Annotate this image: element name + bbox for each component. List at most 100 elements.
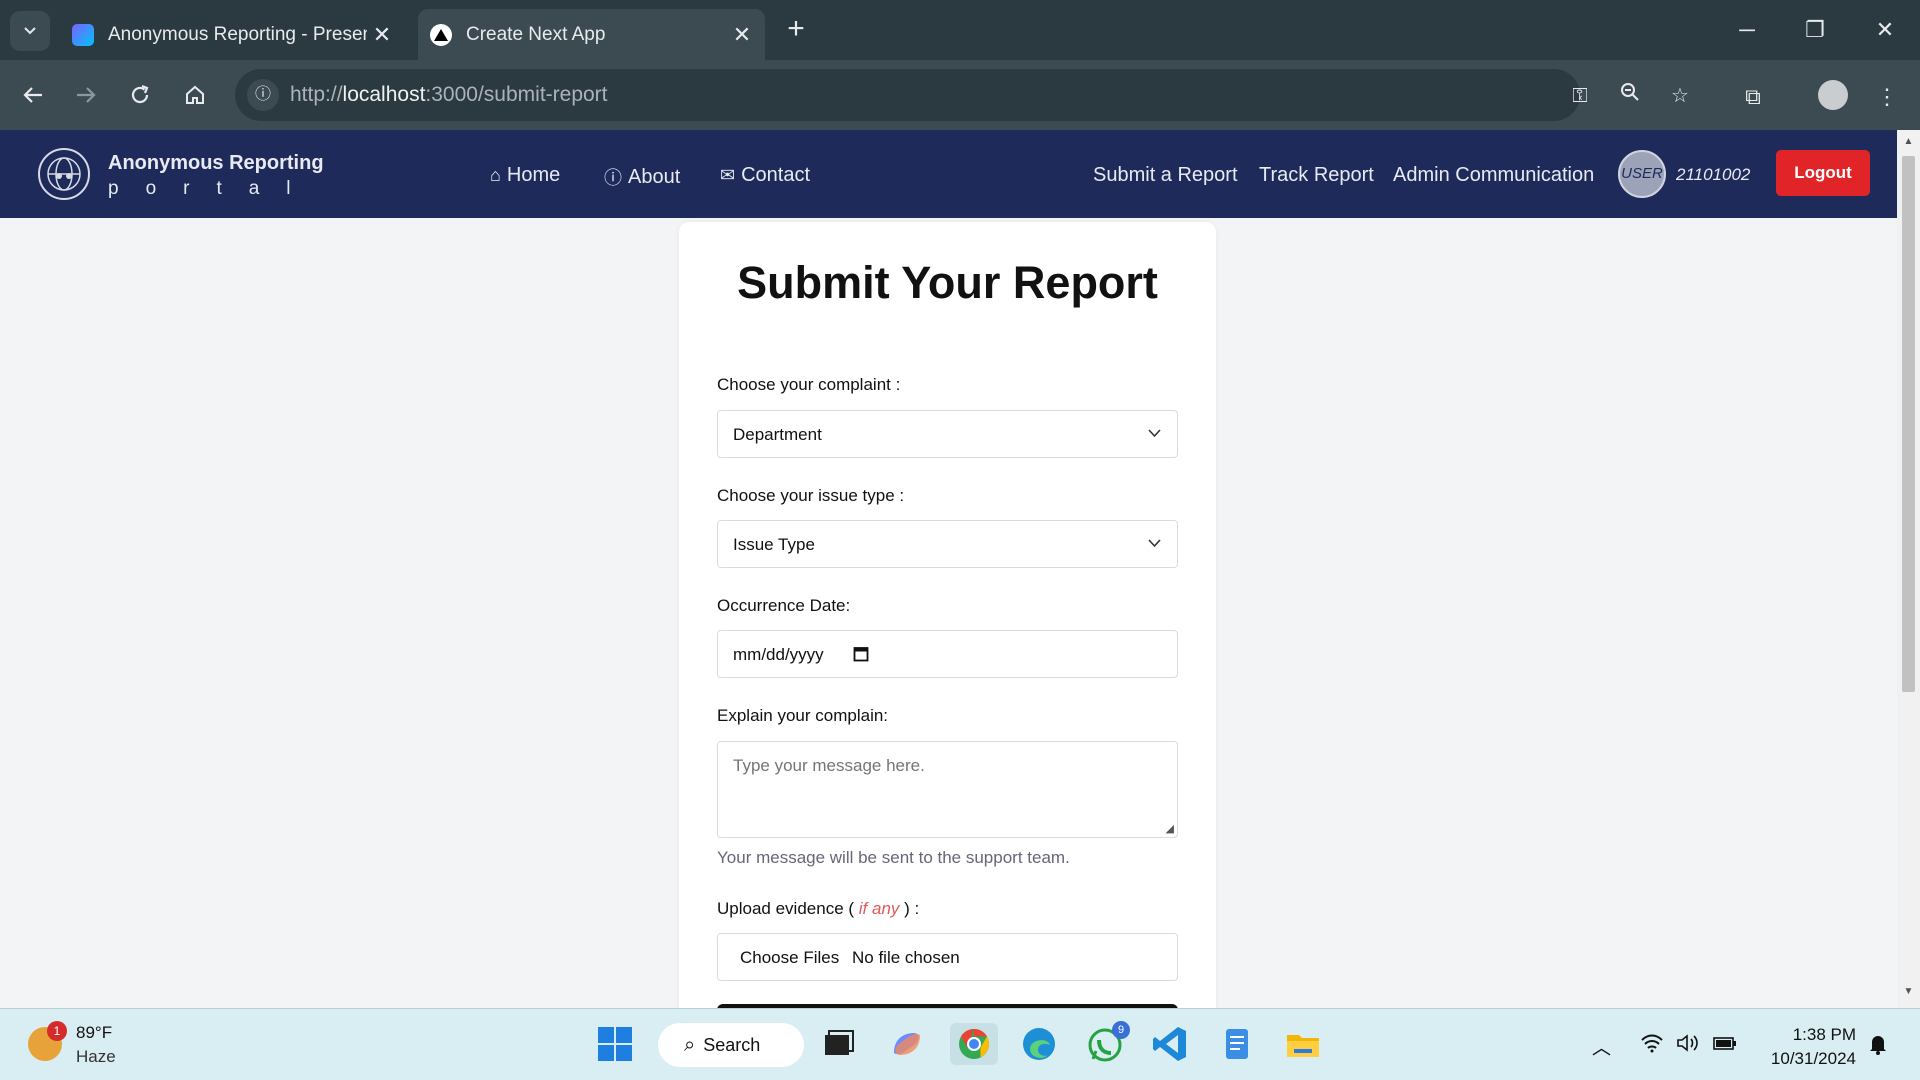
vscode-icon[interactable] <box>1150 1023 1192 1065</box>
url-path: :3000/submit-report <box>425 83 608 106</box>
menu-dots-icon[interactable]: ⋮ <box>1870 80 1904 114</box>
nav-track-report-link[interactable]: Track Report <box>1259 164 1374 187</box>
date-placeholder: mm/dd/yyyy <box>733 645 824 664</box>
windows-start-icon[interactable] <box>594 1023 636 1065</box>
nav-about-link[interactable]: ⓘ About <box>604 164 680 190</box>
user-id: 21101002 <box>1676 165 1751 184</box>
windows-taskbar: 1 89°F Haze ⌕ Search 9 ︿ 1:38 PM 10/31/2… <box>0 1008 1920 1080</box>
message-textarea[interactable]: Type your message here. ◢ <box>717 741 1178 838</box>
address-bar[interactable]: ⓘ http://localhost:3000/submit-report ⚿ … <box>235 69 1689 121</box>
tab-title: Create Next App <box>466 23 606 45</box>
tab-search-button[interactable] <box>10 11 50 51</box>
taskbar-search[interactable]: ⌕ Search <box>658 1023 804 1067</box>
page-title: Submit Your Report <box>737 257 1158 308</box>
wifi-icon[interactable] <box>1640 1033 1664 1059</box>
upload-label-start: Upload evidence ( <box>717 899 855 918</box>
clock-time: 1:38 PM <box>1792 1025 1856 1044</box>
logout-button[interactable]: Logout <box>1776 150 1870 196</box>
issue-type-label: Choose your issue type : <box>717 486 905 505</box>
occurrence-date-input[interactable]: mm/dd/yyyy <box>717 630 1178 678</box>
scroll-up-arrow-icon[interactable]: ▲ <box>1902 136 1915 150</box>
upload-label-end: ) : <box>904 899 920 918</box>
nav-home-link[interactable]: ⌂ Home <box>490 164 560 187</box>
minimize-button[interactable]: ─ <box>1724 12 1770 48</box>
scroll-down-arrow-icon[interactable]: ▼ <box>1902 986 1915 1000</box>
home-button[interactable] <box>175 75 215 115</box>
nav-contact-label: Contact <box>741 164 811 186</box>
profile-avatar[interactable] <box>1818 80 1848 110</box>
message-placeholder: Type your message here. <box>733 756 925 775</box>
info-icon: ⓘ <box>604 168 622 188</box>
calendar-icon[interactable] <box>853 645 869 667</box>
close-icon[interactable]: ✕ <box>727 22 757 48</box>
file-explorer-icon[interactable] <box>1282 1023 1324 1065</box>
task-view-icon[interactable] <box>818 1023 860 1065</box>
helper-text: Your message will be sent to the support… <box>717 848 1070 867</box>
back-button[interactable] <box>13 75 53 115</box>
notification-bell-icon[interactable] <box>1868 1033 1888 1061</box>
user-avatar[interactable]: USER <box>1618 150 1666 198</box>
envelope-icon: ✉ <box>720 165 736 185</box>
chevron-down-icon <box>1148 425 1161 441</box>
logo-icon[interactable] <box>38 148 90 200</box>
occurrence-date-label: Occurrence Date: <box>717 596 851 615</box>
search-label: Search <box>703 1034 761 1055</box>
scroll-thumb[interactable] <box>1902 156 1915 692</box>
close-window-button[interactable]: ✕ <box>1862 12 1908 48</box>
resize-handle-icon[interactable]: ◢ <box>1166 822 1174 835</box>
weather-description[interactable]: Haze <box>76 1047 116 1067</box>
tray-expand-chevron-icon[interactable]: ︿ <box>1592 1033 1611 1060</box>
bookmark-star-icon[interactable]: ☆ <box>1665 81 1695 111</box>
close-icon[interactable]: ✕ <box>367 22 397 48</box>
reload-button[interactable] <box>120 75 160 115</box>
forward-button[interactable] <box>66 75 106 115</box>
nav-submit-report-link[interactable]: Submit a Report <box>1093 164 1238 187</box>
forward-arrow-icon <box>77 87 96 103</box>
search-icon: ⌕ <box>684 1033 696 1056</box>
issue-type-select[interactable]: Issue Type <box>717 520 1178 568</box>
browser-tab[interactable]: Anonymous Reporting - Presen ✕ <box>60 9 405 60</box>
home-icon: ⌂ <box>490 165 501 185</box>
url-host: localhost <box>342 83 426 106</box>
nav-contact-link[interactable]: ✉ Contact <box>720 164 810 187</box>
site-navbar: Anonymous Reporting portal ⌂ Home ⓘ Abou… <box>0 130 1897 218</box>
issue-type-value: Issue Type <box>733 535 815 554</box>
browser-tab-active[interactable]: Create Next App ✕ <box>418 9 765 60</box>
report-form-card: Submit Your Report Choose your complaint… <box>679 222 1216 1022</box>
tab-title: Anonymous Reporting - Presen <box>108 23 367 45</box>
new-tab-button[interactable]: + <box>780 14 812 46</box>
notepad-icon[interactable] <box>1216 1023 1258 1065</box>
extensions-icon[interactable]: ⧉ <box>1736 80 1770 114</box>
nextjs-favicon-icon <box>430 23 452 46</box>
battery-icon[interactable] <box>1712 1033 1738 1059</box>
nav-about-label: About <box>628 165 681 188</box>
file-upload-input[interactable]: Choose Files No file chosen <box>717 933 1178 981</box>
page-scrollbar[interactable]: ▲ ▼ <box>1897 130 1920 1008</box>
whatsapp-badge: 9 <box>1112 1021 1130 1039</box>
volume-icon[interactable] <box>1676 1033 1700 1059</box>
password-key-icon[interactable]: ⚿ <box>1565 81 1595 111</box>
chevron-down-icon <box>24 27 36 35</box>
nav-home-label: Home <box>506 164 561 186</box>
url-text[interactable]: http://localhost:3000/submit-report <box>290 83 608 107</box>
zoom-icon[interactable] <box>1615 81 1645 111</box>
edge-icon[interactable] <box>1018 1023 1060 1065</box>
back-arrow-icon <box>23 87 42 103</box>
chevron-down-icon <box>1148 535 1161 551</box>
weather-temperature[interactable]: 89°F <box>76 1023 112 1043</box>
restore-button[interactable]: ❐ <box>1792 12 1838 48</box>
no-file-text: No file chosen <box>852 948 960 967</box>
chrome-icon[interactable] <box>950 1023 998 1065</box>
complaint-select[interactable]: Department <box>717 410 1178 458</box>
system-clock[interactable]: 1:38 PM 10/31/2024 <box>1760 1023 1856 1071</box>
nav-admin-communication-link[interactable]: Admin Communication <box>1393 164 1594 187</box>
home-icon <box>186 85 204 104</box>
choose-files-button[interactable]: Choose Files <box>740 948 839 968</box>
site-info-icon[interactable]: ⓘ <box>247 79 279 111</box>
brand-subtitle: portal <box>108 178 318 199</box>
app-favicon-icon <box>72 23 94 46</box>
complaint-label: Choose your complaint : <box>717 375 901 394</box>
upload-label: Upload evidence ( if any ) : <box>717 899 919 919</box>
copilot-icon[interactable] <box>886 1023 928 1065</box>
upload-label-optional: if any <box>858 899 900 918</box>
